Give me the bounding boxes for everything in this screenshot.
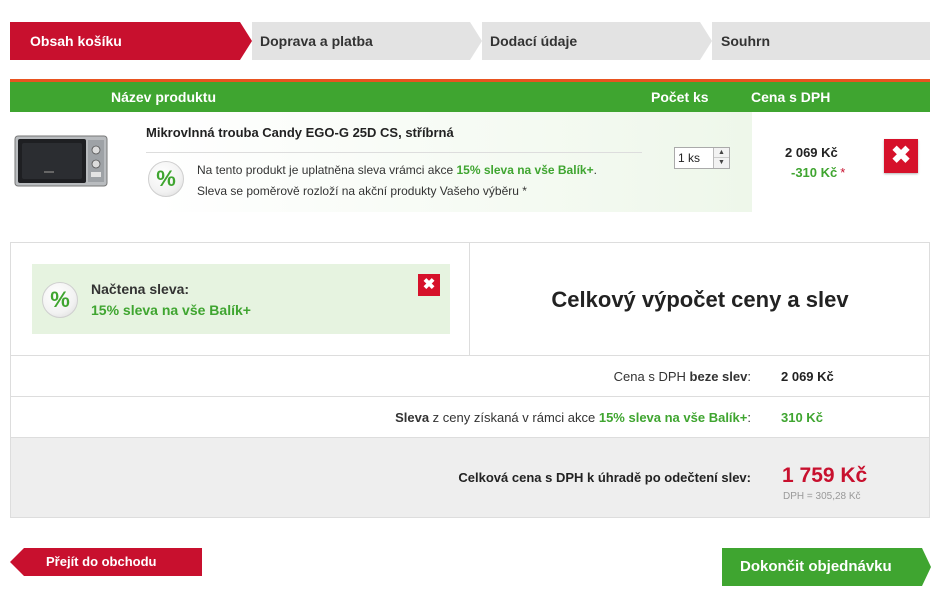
asterisk: * <box>840 165 846 180</box>
summary-label: Sleva z ceny získaná v rámci akce 15% sl… <box>395 410 751 425</box>
step-summary[interactable]: Souhrn <box>712 22 930 60</box>
price-summary-box: % Načtena sleva: 15% sleva na vše Balík+… <box>10 242 930 518</box>
col-price: Cena s DPH <box>751 89 831 105</box>
remove-coupon-button[interactable]: ✖ <box>418 274 440 296</box>
percent-badge-icon: % <box>42 282 78 318</box>
quantity-spinner: ▲ ▼ <box>713 148 729 168</box>
step-arrow <box>700 22 712 60</box>
label-colon: : <box>747 410 751 425</box>
discount-amount: -310 Kč <box>791 165 838 180</box>
step-label: Obsah košíku <box>30 33 122 49</box>
label-text: Cena s DPH <box>613 369 690 384</box>
arrow-right-icon <box>922 548 931 586</box>
discount-note: Sleva se poměrově rozloží na akční produ… <box>197 184 527 198</box>
checkout-steps: Obsah košíku Doprava a platba Dodací úda… <box>10 22 930 60</box>
cart-table-header: Název produktu Počet ks Cena s DPH <box>10 82 930 112</box>
discount-info: Na tento produkt je uplatněna sleva vrám… <box>197 163 597 177</box>
microwave-icon[interactable] <box>14 134 108 188</box>
total-vat: DPH = 305,28 Kč <box>783 491 861 502</box>
step-delivery-details[interactable]: Dodací údaje <box>482 22 700 60</box>
label-bold: beze slev <box>689 369 748 384</box>
label-colon: : <box>747 369 751 384</box>
summary-row-discount: Sleva z ceny získaná v rámci akce 15% sl… <box>11 396 929 437</box>
step-label: Doprava a platba <box>260 33 373 49</box>
increment-icon[interactable]: ▲ <box>714 148 729 158</box>
coupon-name: 15% sleva na vše Balík+ <box>91 302 251 318</box>
summary-label: Cena s DPH beze slev: <box>614 369 751 384</box>
total-label: Celková cena s DPH k úhradě po odečtení … <box>458 470 751 485</box>
arrow-left-icon <box>10 548 24 576</box>
discount-text: Na tento produkt je uplatněna sleva vrám… <box>197 163 457 177</box>
product-name[interactable]: Mikrovlnná trouba Candy EGO-G 25D CS, st… <box>146 125 454 140</box>
col-product-name: Název produktu <box>111 89 217 105</box>
discount-total: 310 Kč <box>781 410 823 425</box>
applied-coupon: % Načtena sleva: 15% sleva na vše Balík+… <box>32 264 450 334</box>
step-arrow <box>240 22 252 60</box>
quantity-stepper[interactable]: 1 ks ▲ ▼ <box>674 147 730 169</box>
label-text: z ceny získaná v rámci akce <box>429 410 599 425</box>
col-quantity: Počet ks <box>651 89 709 105</box>
item-price: 2 069 Kč <box>785 145 838 160</box>
back-to-shop-button[interactable]: Přejít do obchodu <box>10 548 202 576</box>
coupon-title: Načtena sleva: <box>91 281 190 297</box>
quantity-value[interactable]: 1 ks <box>678 151 700 165</box>
percent-badge-icon: % <box>148 161 184 197</box>
discount-promo-name: 15% sleva na vše Balík+ <box>456 163 594 177</box>
summary-row-price: Cena s DPH beze slev: 2 069 Kč <box>11 355 929 396</box>
button-label: Dokončit objednávku <box>740 558 892 575</box>
step-label: Dodací údaje <box>490 33 578 49</box>
summary-row-total: Celková cena s DPH k úhradě po odečtení … <box>11 437 929 517</box>
summary-title: Celkový výpočet ceny a slev <box>551 287 849 312</box>
promo-name: 15% sleva na vše Balík+ <box>598 410 748 425</box>
remove-item-button[interactable]: ✖ <box>884 139 918 173</box>
item-discount: -310 Kč * <box>791 165 845 180</box>
cart-item-row: Mikrovlnná trouba Candy EGO-G 25D CS, st… <box>10 112 930 212</box>
step-cart-contents[interactable]: Obsah košíku <box>10 22 240 60</box>
total-price: 1 759 Kč <box>782 464 868 487</box>
discount-text-end: . <box>593 163 597 177</box>
price-before-discount: 2 069 Kč <box>781 369 834 384</box>
label-bold: Sleva <box>395 410 430 425</box>
decrement-icon[interactable]: ▼ <box>714 158 729 168</box>
button-label: Přejít do obchodu <box>46 554 157 569</box>
step-arrow <box>470 22 482 60</box>
complete-order-button[interactable]: Dokončit objednávku <box>722 548 931 586</box>
step-label: Souhrn <box>721 33 770 49</box>
step-shipping-payment[interactable]: Doprava a platba <box>252 22 470 60</box>
product-divider <box>146 152 642 153</box>
